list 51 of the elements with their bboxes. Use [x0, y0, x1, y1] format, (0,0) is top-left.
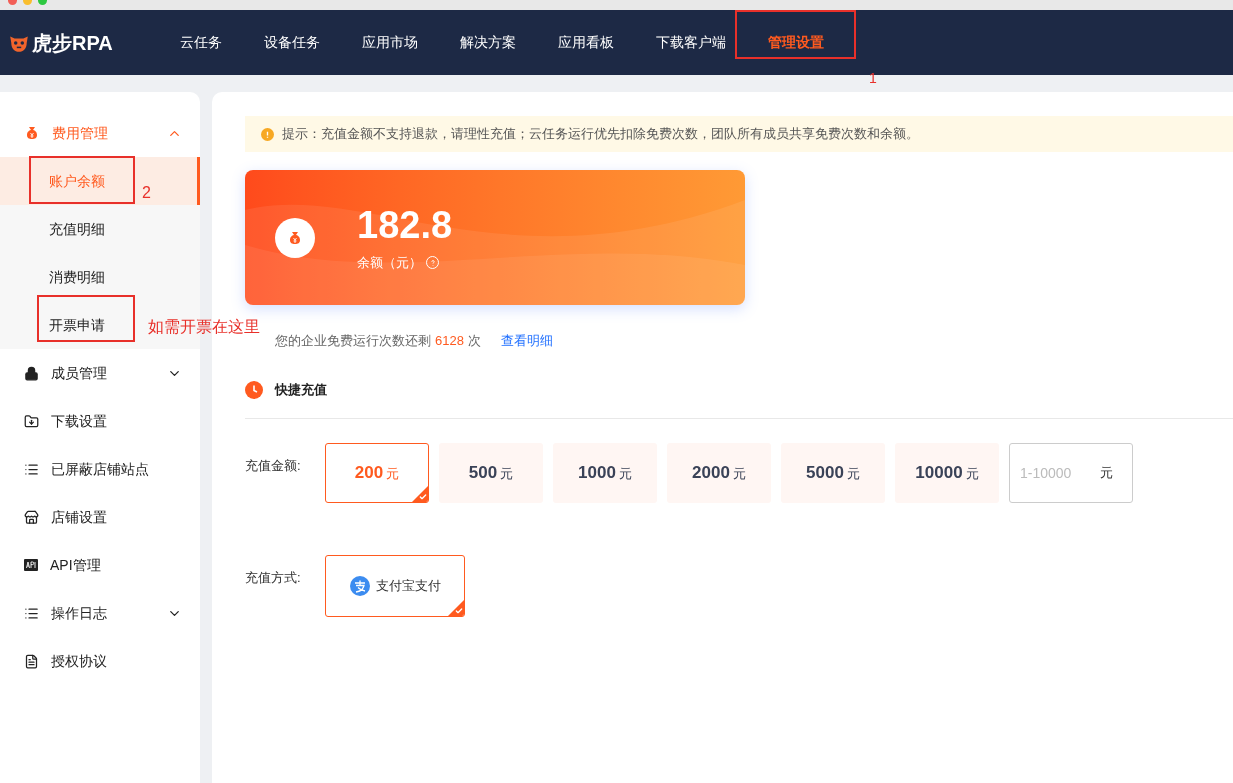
nav-link[interactable]: 应用看板 — [537, 32, 635, 53]
free-runs-count: 6128 — [435, 332, 464, 350]
nav-link[interactable]: 管理设置 — [747, 32, 845, 53]
view-details-link[interactable]: 查看明细 — [500, 331, 553, 351]
annotation-label: 1 — [869, 69, 877, 88]
sidebar-item[interactable]: 下载设置 — [0, 397, 200, 445]
amount-option[interactable]: 2000 元 — [667, 442, 771, 503]
submenu-item[interactable]: 充值明细 — [49, 218, 105, 240]
amount-option[interactable]: 500 元 — [439, 442, 543, 503]
sidebar-item[interactable]: 已屏蔽店铺站点 — [0, 445, 200, 493]
custom-amount-unit: 元 — [1100, 463, 1113, 482]
clock-icon — [245, 380, 263, 399]
money-bag-icon — [287, 229, 303, 246]
amount-label: 充值金额: — [245, 456, 302, 475]
sidebar-item[interactable]: 店铺设置 — [0, 493, 200, 541]
balance-amount: 182.8 — [357, 202, 453, 247]
payment-method-option[interactable]: 支付宝支付 — [325, 554, 465, 617]
nav-link[interactable]: 设备任务 — [243, 32, 341, 53]
lock-icon — [24, 365, 39, 381]
method-label: 充值方式: — [245, 568, 302, 587]
check-corner-icon — [448, 599, 464, 616]
section-title: 快捷充值 — [275, 380, 327, 399]
nav-link[interactable]: 解决方案 — [439, 32, 537, 53]
warning-icon — [261, 127, 274, 141]
amount-option[interactable]: 5000 元 — [781, 442, 885, 503]
balance-label: 余额（元） — [357, 253, 422, 272]
submenu-item[interactable]: 消费明细 — [49, 266, 105, 288]
money-bag-icon — [24, 125, 40, 141]
sidebar-item[interactable]: API管理 — [0, 541, 200, 589]
store-icon — [24, 509, 39, 525]
list-icon — [24, 605, 39, 621]
sidebar-item[interactable]: 授权协议 — [0, 637, 200, 685]
free-runs-unit: 次 — [467, 332, 481, 350]
annotation-label: 如需开票在这里 — [148, 317, 260, 337]
list-icon — [24, 461, 39, 477]
amount-option[interactable]: 10000 元 — [895, 442, 999, 503]
sidebar-item[interactable]: 操作日志 — [0, 589, 200, 637]
sidebar-item[interactable]: 成员管理 — [0, 349, 200, 397]
nav-link[interactable]: 应用市场 — [341, 32, 439, 53]
free-runs-text: 您的企业免费运行次数还剩 — [275, 332, 431, 350]
submenu-item[interactable]: 开票申请 — [49, 314, 105, 336]
notice-text: 提示：充值金额不支持退款，请理性充值；云任务运行优先扣除免费次数，团队所有成员共享免费次数和余额。 — [282, 125, 919, 144]
folder-download-icon — [24, 413, 39, 429]
logo-text: 虎步RPA — [32, 30, 113, 56]
nav-link[interactable]: 下载客户端 — [635, 32, 747, 53]
api-icon — [24, 558, 38, 572]
annotation-label: 2 — [142, 183, 151, 203]
payment-logo-icon — [349, 575, 370, 596]
amount-option[interactable]: 1000 元 — [553, 442, 657, 503]
nav-link[interactable]: 云任务 — [159, 32, 243, 53]
document-icon — [24, 653, 39, 669]
